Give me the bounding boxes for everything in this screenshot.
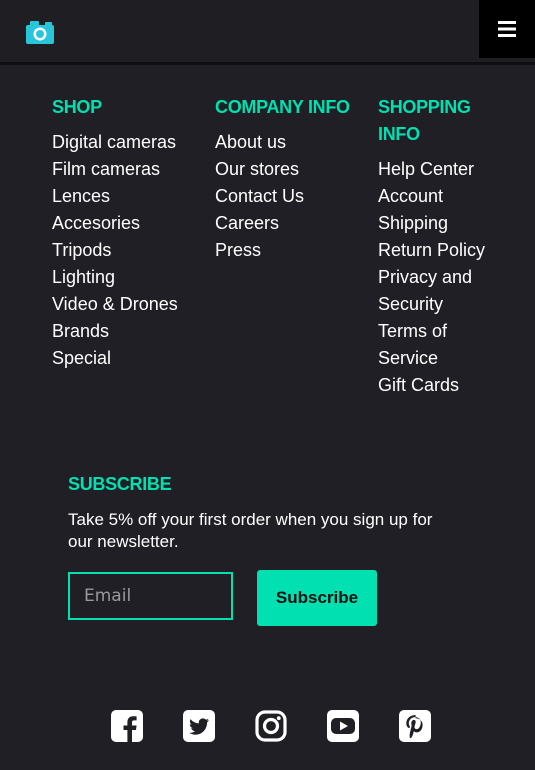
footer-link[interactable]: Lighting — [52, 264, 215, 291]
email-field[interactable] — [68, 572, 233, 620]
footer-link[interactable]: Accesories — [52, 210, 215, 237]
footer-link[interactable]: Our stores — [215, 156, 378, 183]
pinterest-icon[interactable] — [399, 710, 431, 742]
footer-link[interactable]: Careers — [215, 210, 378, 237]
footer-columns: SHOP Digital cameras Film cameras Lences… — [52, 94, 498, 399]
twitter-icon[interactable] — [183, 710, 215, 742]
footer-link[interactable]: Privacy and Security — [378, 264, 498, 318]
column-title: SHOP — [52, 97, 102, 117]
column-title: COMPANY INFO — [215, 97, 350, 117]
hamburger-icon — [498, 21, 516, 37]
company-info-column: COMPANY INFO About us Our stores Contact… — [215, 94, 378, 399]
subscribe-title: SUBSCRIBE — [68, 474, 172, 494]
youtube-icon[interactable] — [327, 710, 359, 742]
footer-link[interactable]: About us — [215, 129, 378, 156]
shopping-info-column: SHOPPING INFO Help Center Account Shippi… — [378, 94, 498, 399]
footer-link[interactable]: Brands — [52, 318, 215, 345]
column-title: SHOPPING INFO — [378, 97, 471, 144]
footer-link[interactable]: Lences — [52, 183, 215, 210]
footer-link[interactable]: Digital cameras — [52, 129, 215, 156]
footer-link[interactable]: Gift Cards — [378, 372, 498, 399]
social-links — [111, 710, 431, 742]
link-list: About us Our stores Contact Us Careers P… — [215, 129, 378, 264]
link-list: Help Center Account Shipping Return Poli… — [378, 156, 498, 399]
header — [0, 0, 535, 65]
subscribe-text: Take 5% off your first order when you si… — [68, 510, 433, 551]
footer-link[interactable]: Return Policy — [378, 237, 498, 264]
instagram-icon[interactable] — [255, 710, 287, 742]
footer-link[interactable]: Shipping — [378, 210, 498, 237]
footer-link[interactable]: Tripods — [52, 237, 215, 264]
footer-link[interactable]: Press — [215, 237, 378, 264]
subscribe-button[interactable]: Subscribe — [257, 570, 377, 626]
footer-link[interactable]: Account — [378, 183, 498, 210]
footer-link[interactable]: Terms of Service — [378, 318, 498, 372]
camera-icon[interactable] — [26, 21, 54, 44]
facebook-icon[interactable] — [111, 710, 143, 742]
menu-button[interactable] — [479, 0, 535, 58]
shop-column: SHOP Digital cameras Film cameras Lences… — [52, 94, 215, 399]
footer-link[interactable]: Special — [52, 345, 215, 372]
subscribe-section: SUBSCRIBE Take 5% off your first order w… — [68, 471, 468, 553]
link-list: Digital cameras Film cameras Lences Acce… — [52, 129, 215, 372]
footer-link[interactable]: Video & Drones — [52, 291, 215, 318]
footer-link[interactable]: Contact Us — [215, 183, 378, 210]
footer-link[interactable]: Help Center — [378, 156, 498, 183]
footer-link[interactable]: Film cameras — [52, 156, 215, 183]
